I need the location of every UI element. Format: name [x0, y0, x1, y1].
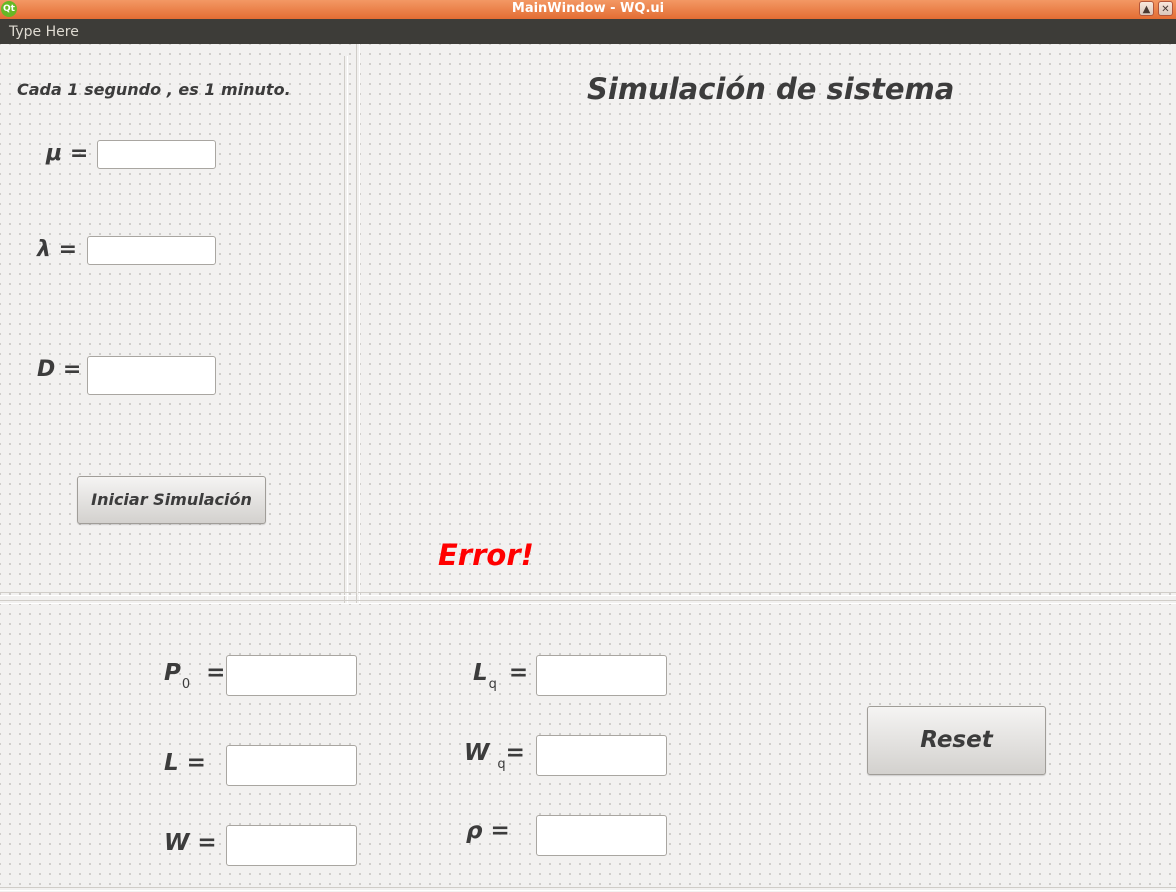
- wq-label-main: W: [464, 740, 490, 766]
- lq-output[interactable]: [536, 655, 667, 696]
- l-output[interactable]: [226, 745, 357, 786]
- rho-output[interactable]: [536, 815, 667, 856]
- d-input[interactable]: [87, 356, 216, 395]
- p0-label-equals: =: [206, 660, 226, 686]
- d-label: D =: [37, 357, 82, 382]
- p0-label-main: P: [164, 660, 181, 686]
- rho-label: ρ =: [466, 818, 510, 844]
- wq-label-subscript: q: [497, 757, 506, 772]
- left-bottom-divider: [0, 592, 356, 596]
- page-title: Simulación de sistema: [587, 72, 955, 106]
- form-canvas: Cada 1 segundo , es 1 minuto. μ = λ = D …: [0, 44, 1176, 892]
- mu-label: μ =: [46, 141, 89, 166]
- lambda-input[interactable]: [87, 236, 216, 265]
- window-title: MainWindow - WQ.ui: [511, 1, 665, 16]
- wq-output[interactable]: [536, 735, 667, 776]
- main-window: Qt MainWindow - WQ.ui ▲ ✕ Type Here Cada…: [0, 0, 1176, 892]
- wq-label-equals: =: [505, 740, 525, 766]
- lq-label-main: L: [473, 660, 488, 686]
- lq-label: Lq =: [473, 660, 529, 692]
- lq-label-equals: =: [508, 660, 529, 686]
- w-output[interactable]: [226, 825, 357, 866]
- close-button[interactable]: ✕: [1158, 1, 1173, 16]
- lq-label-subscript: q: [488, 677, 497, 692]
- menu-bar: Type Here: [0, 19, 1176, 44]
- w-label: W =: [164, 830, 217, 856]
- bottom-divider: [0, 887, 1176, 891]
- p0-output[interactable]: [226, 655, 357, 696]
- results-top-divider: [0, 600, 1176, 604]
- reset-button[interactable]: Reset: [867, 706, 1046, 775]
- l-label: L =: [164, 750, 206, 776]
- left-panel-divider: [344, 56, 348, 604]
- maximize-button[interactable]: ▲: [1139, 1, 1154, 16]
- main-bottom-divider: [358, 592, 1176, 596]
- p0-label-subscript: 0: [181, 677, 191, 692]
- menu-item-type-here[interactable]: Type Here: [9, 19, 79, 46]
- title-bar: Qt MainWindow - WQ.ui ▲ ✕: [0, 0, 1176, 19]
- wq-label: Wq=: [464, 740, 525, 772]
- lambda-label: λ =: [37, 237, 78, 262]
- time-note-label: Cada 1 segundo , es 1 minuto.: [17, 80, 291, 99]
- p0-label: P0 =: [164, 660, 226, 692]
- mu-input[interactable]: [97, 140, 216, 169]
- error-message: Error!: [438, 538, 534, 572]
- main-panel-divider: [356, 44, 360, 604]
- start-simulation-button[interactable]: Iniciar Simulación: [77, 476, 266, 524]
